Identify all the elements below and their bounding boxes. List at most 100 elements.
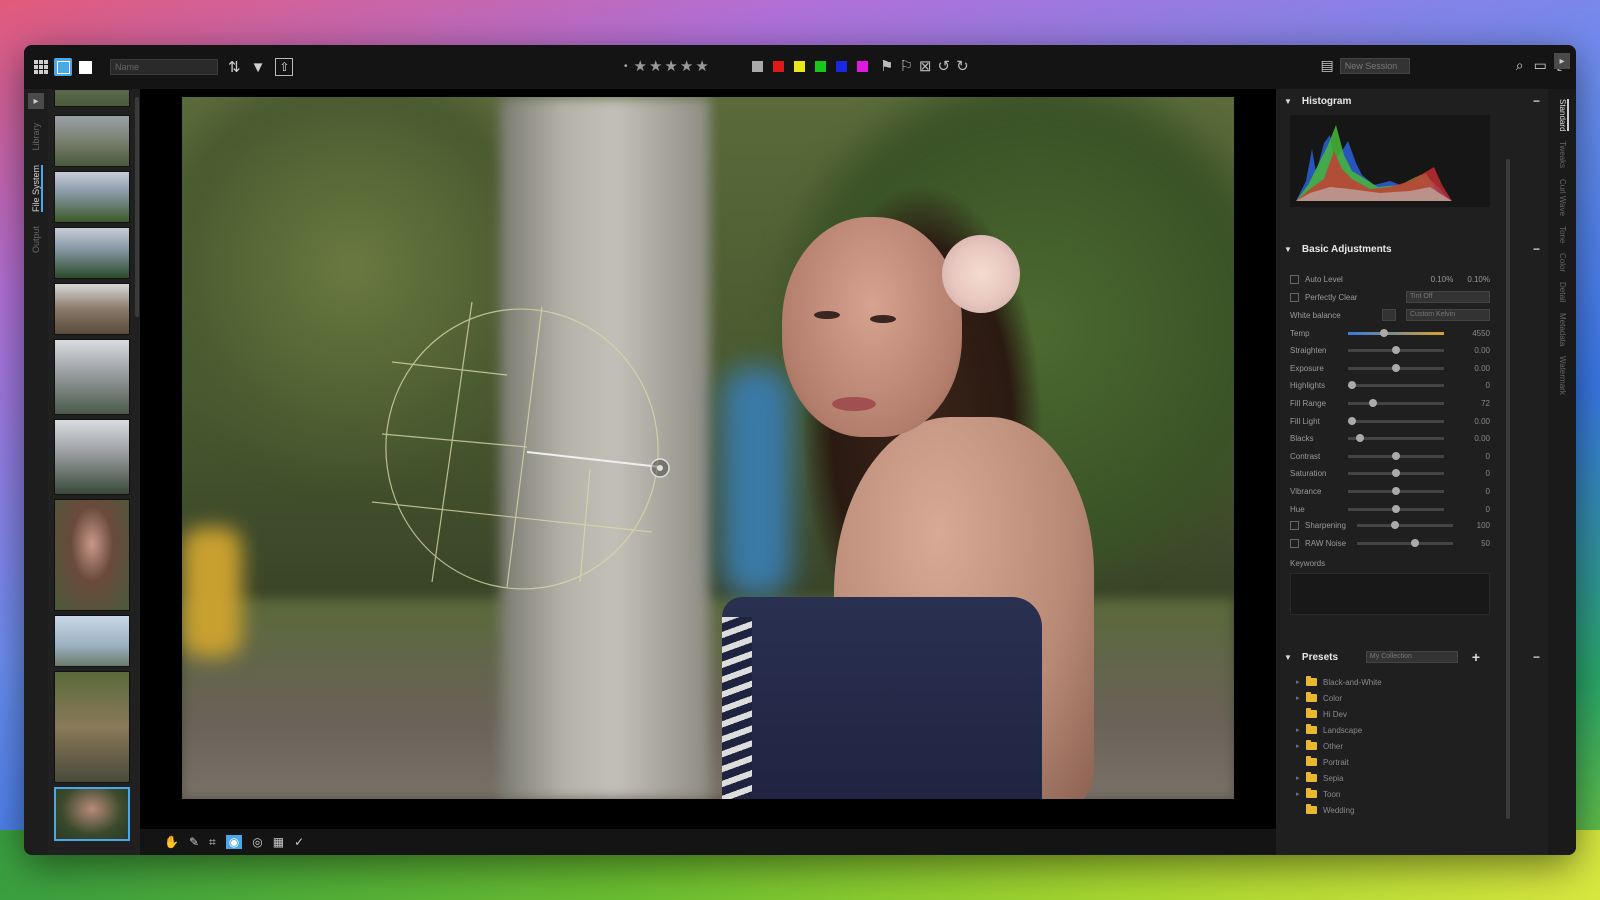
right-tab-detail[interactable]: Detail	[1558, 282, 1567, 302]
reject-icon[interactable]: ⊠	[919, 57, 932, 75]
tab-file-system[interactable]: File System	[31, 164, 43, 212]
preset-folder[interactable]: ▸ Other	[1296, 739, 1343, 753]
expand-arrow-icon[interactable]: ▸	[1296, 694, 1306, 702]
color-label-red[interactable]	[773, 61, 784, 72]
preset-folder[interactable]: ▸ Toon	[1296, 787, 1340, 801]
star-icon-1[interactable]: ★	[634, 57, 647, 75]
flag-icon[interactable]: ⚑	[880, 57, 893, 75]
sharpening-slider[interactable]	[1357, 520, 1453, 529]
eyedropper-icon[interactable]	[1382, 309, 1396, 321]
presets-collection-select[interactable]: My Collection	[1365, 651, 1458, 663]
raw-noise-value[interactable]: 50	[1481, 539, 1490, 548]
thumbnail[interactable]	[54, 227, 130, 279]
star-icon-5[interactable]: ★	[695, 57, 708, 75]
right-tab-tone[interactable]: Tone	[1558, 226, 1567, 243]
slider-track[interactable]	[1348, 346, 1444, 355]
slider-knob[interactable]	[1347, 381, 1356, 390]
presets-header[interactable]: ▼ Presets My Collection + −	[1284, 647, 1540, 667]
color-label-blue[interactable]	[836, 61, 847, 72]
slider-value[interactable]: 0	[1486, 452, 1490, 461]
right-tab-tweaks[interactable]: Tweaks	[1558, 141, 1567, 168]
star-icon-4[interactable]: ★	[680, 57, 693, 75]
filter-icon[interactable]: ▼	[251, 59, 266, 76]
slider-track[interactable]	[1348, 434, 1444, 443]
sharpening-value[interactable]: 100	[1477, 521, 1490, 530]
search-icon[interactable]: ⌕	[1516, 57, 1524, 74]
slider-value[interactable]: 0	[1486, 487, 1490, 496]
raw-noise-slider[interactable]	[1357, 538, 1453, 547]
right-tab-standard[interactable]: Standard	[1558, 99, 1569, 132]
auto-level-checkbox[interactable]	[1290, 274, 1299, 284]
filmstrip-scrollbar[interactable]	[135, 97, 139, 317]
image-canvas[interactable]	[140, 89, 1276, 829]
thumbnail[interactable]	[54, 89, 130, 107]
eye-tool-icon[interactable]: ◎	[252, 835, 262, 849]
perfectly-clear-checkbox[interactable]	[1290, 292, 1299, 302]
single-view-button[interactable]	[76, 58, 94, 76]
slider-knob[interactable]	[1392, 486, 1400, 495]
slider-knob[interactable]	[1392, 469, 1400, 478]
expand-arrow-icon[interactable]: ▸	[1296, 678, 1306, 686]
preset-folder[interactable]: Hi Dev	[1296, 707, 1347, 721]
slider-knob[interactable]	[1355, 434, 1364, 443]
slider-value[interactable]: 0.00	[1474, 434, 1490, 443]
slider-track[interactable]	[1348, 328, 1444, 337]
crop-tool-icon[interactable]: ⌗	[209, 835, 216, 850]
slider-knob[interactable]	[1368, 398, 1377, 407]
slider-value[interactable]: 0	[1486, 505, 1490, 514]
color-label-green[interactable]	[815, 61, 826, 72]
slider-knob[interactable]	[1391, 520, 1400, 529]
panel-scrollbar[interactable]	[1506, 159, 1510, 819]
raw-noise-checkbox[interactable]	[1290, 538, 1299, 548]
slider-knob[interactable]	[1392, 346, 1400, 355]
expand-arrow-icon[interactable]: ▸	[1296, 774, 1306, 782]
minimize-icon[interactable]: −	[1533, 650, 1540, 664]
color-label-purple[interactable]	[857, 61, 868, 72]
color-label-none[interactable]	[752, 61, 763, 72]
monitor-icon[interactable]: ▭	[1534, 57, 1547, 74]
pan-tool-icon[interactable]: ✋	[164, 835, 179, 849]
rotate-right-icon[interactable]: ↻	[956, 57, 969, 75]
expand-arrow-icon[interactable]: ▸	[1296, 790, 1306, 798]
slider-knob[interactable]	[1392, 451, 1400, 460]
slider-track[interactable]	[1348, 486, 1444, 495]
thumbnail[interactable]	[54, 671, 130, 783]
thumbnail[interactable]	[54, 419, 130, 495]
minimize-icon[interactable]: −	[1533, 242, 1540, 256]
collapse-caret-icon[interactable]: ▼	[1284, 97, 1292, 106]
expand-arrow-icon[interactable]: ▸	[1296, 742, 1306, 750]
preset-folder[interactable]: ▸ Color	[1296, 691, 1342, 705]
expand-left-icon[interactable]: ▸	[28, 93, 44, 109]
thumbnail[interactable]	[54, 615, 130, 667]
preset-folder[interactable]: ▸ Landscape	[1296, 723, 1362, 737]
thumbnail[interactable]	[54, 283, 130, 335]
thumbnail[interactable]	[54, 499, 130, 611]
perfectly-clear-dropdown[interactable]: Tint Off	[1406, 291, 1490, 303]
slider-track[interactable]	[1347, 416, 1444, 425]
star-icon-2[interactable]: ★	[649, 57, 662, 75]
grid-view-button[interactable]	[32, 58, 50, 76]
right-tab-metadata[interactable]: Metadata	[1558, 313, 1567, 346]
preset-folder[interactable]: Wedding	[1296, 803, 1354, 817]
add-preset-icon[interactable]: +	[1472, 649, 1480, 665]
auto-level-high[interactable]: 0.10%	[1467, 275, 1490, 284]
slider-track[interactable]	[1348, 398, 1444, 407]
slider-knob[interactable]	[1347, 416, 1356, 425]
expand-right-icon[interactable]: ▸	[1554, 53, 1570, 69]
histogram-header[interactable]: ▼ Histogram −	[1284, 91, 1540, 111]
right-tab-color[interactable]: Color	[1558, 253, 1567, 272]
browse-view-button[interactable]	[54, 58, 72, 76]
slider-track[interactable]	[1348, 363, 1444, 372]
mask-tool-icon[interactable]: ▦	[273, 835, 284, 849]
session-select[interactable]: New Session	[1339, 57, 1410, 74]
slider-track[interactable]	[1348, 451, 1444, 460]
slider-value[interactable]: 0.00	[1474, 364, 1490, 373]
slider-value[interactable]: 72	[1481, 399, 1490, 408]
slider-value[interactable]: 0.00	[1474, 346, 1490, 355]
keywords-input[interactable]	[1290, 573, 1490, 615]
slider-value[interactable]: 0.00	[1474, 417, 1490, 426]
export-icon[interactable]: ⇧	[275, 58, 294, 76]
auto-level-low[interactable]: 0.10%	[1431, 275, 1454, 284]
collapse-caret-icon[interactable]: ▼	[1284, 653, 1292, 662]
slider-value[interactable]: 0	[1486, 381, 1490, 390]
